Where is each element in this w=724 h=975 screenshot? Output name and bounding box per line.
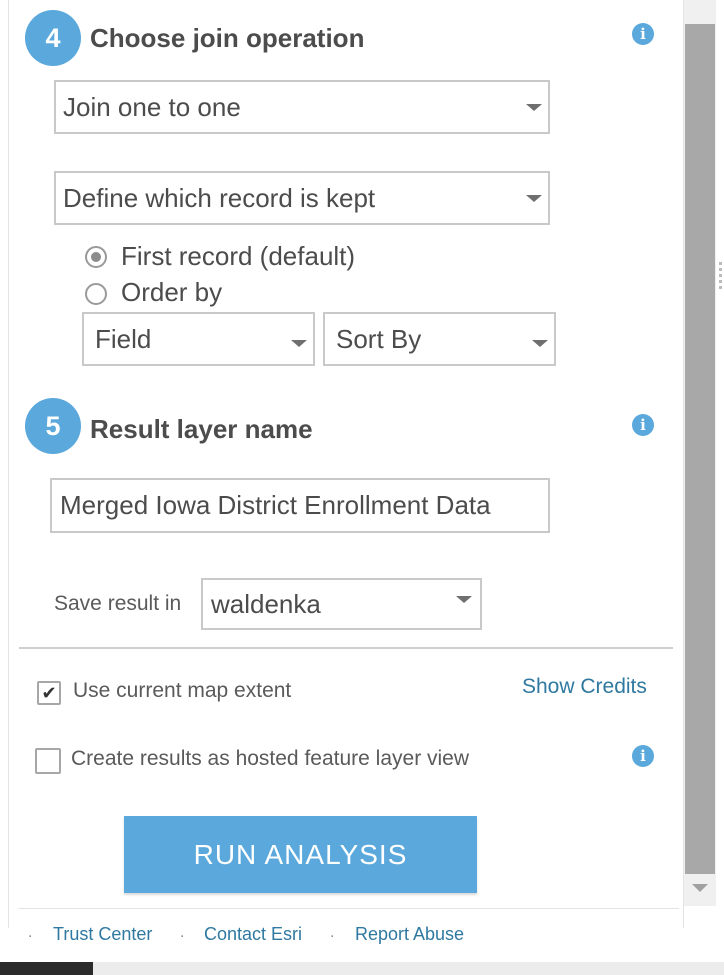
step-4-title: Choose join operation xyxy=(90,23,365,53)
radio-order-by-label: Order by xyxy=(121,277,223,307)
check-icon: ✔ xyxy=(41,683,57,703)
footer-separator: . xyxy=(330,924,335,941)
step-5-title: Result layer name xyxy=(90,414,313,444)
scroll-down-arrow-icon[interactable] xyxy=(692,884,708,892)
chevron-down-icon xyxy=(526,195,542,202)
sort-by-select[interactable]: Sort By xyxy=(323,312,556,366)
hosted-view-label: Create results as hosted feature layer v… xyxy=(71,747,470,770)
divider xyxy=(19,647,673,649)
show-credits-link[interactable]: Show Credits xyxy=(522,675,647,699)
footer-divider xyxy=(19,908,679,909)
save-folder-value: waldenka xyxy=(211,588,321,619)
radio-first-record-label: First record (default) xyxy=(121,241,356,271)
field-select[interactable]: Field xyxy=(82,312,315,366)
taskbar-fragment xyxy=(0,962,93,975)
sort-by-value: Sort By xyxy=(336,323,422,354)
run-analysis-button[interactable]: RUN ANALYSIS xyxy=(124,816,477,893)
resize-grip-icon[interactable] xyxy=(719,262,722,292)
radio-order-by[interactable] xyxy=(85,283,107,305)
save-folder-select[interactable]: waldenka xyxy=(201,578,482,630)
scrollbar-thumb[interactable] xyxy=(685,24,715,874)
footer-link-contact-esri[interactable]: Contact Esri xyxy=(204,924,302,945)
chevron-down-icon xyxy=(456,596,472,603)
chevron-down-icon xyxy=(291,340,307,347)
field-select-value: Field xyxy=(95,323,152,354)
hosted-view-checkbox[interactable] xyxy=(35,748,61,774)
record-kept-select[interactable]: Define which record is kept xyxy=(54,171,550,225)
chevron-down-icon xyxy=(532,340,548,347)
layer-name-input[interactable]: Merged Iowa District Enrollment Data xyxy=(50,478,550,533)
bottom-bar xyxy=(93,962,724,975)
info-icon[interactable]: i xyxy=(632,414,654,436)
join-operation-value: Join one to one xyxy=(63,91,241,122)
info-icon[interactable]: i xyxy=(632,23,654,45)
footer-link-trust-center[interactable]: Trust Center xyxy=(53,924,152,945)
use-extent-checkbox[interactable]: ✔ xyxy=(37,681,61,705)
footer-separator: . xyxy=(180,924,185,941)
step-4-badge: 4 xyxy=(25,10,81,66)
footer-separator: . xyxy=(28,924,33,941)
info-icon[interactable]: i xyxy=(632,745,654,767)
save-result-label: Save result in xyxy=(54,592,182,615)
record-kept-value: Define which record is kept xyxy=(63,182,376,213)
chevron-down-icon xyxy=(526,104,542,111)
step-5-badge: 5 xyxy=(25,398,81,454)
footer-link-report-abuse[interactable]: Report Abuse xyxy=(355,924,464,945)
use-extent-label: Use current map extent xyxy=(73,679,292,702)
join-operation-select[interactable]: Join one to one xyxy=(54,80,550,134)
radio-first-record[interactable] xyxy=(85,246,107,268)
analysis-panel xyxy=(8,0,684,928)
